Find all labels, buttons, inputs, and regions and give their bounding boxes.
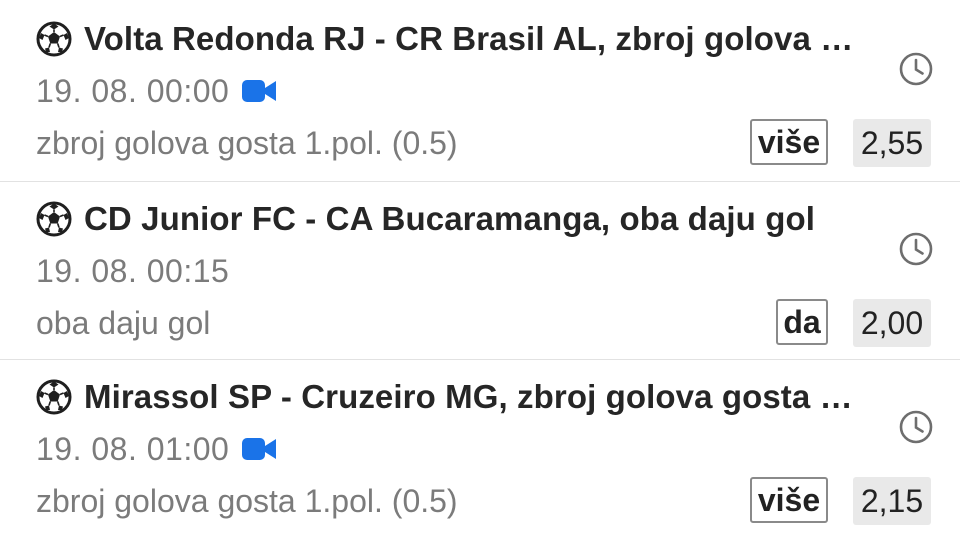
row-divider bbox=[0, 359, 960, 360]
odds-value[interactable]: 2,00 bbox=[853, 299, 931, 347]
odds-value[interactable]: 2,15 bbox=[853, 477, 931, 525]
soccer-ball-icon bbox=[36, 21, 72, 57]
match-date: 19. 08. 01:00 bbox=[36, 430, 230, 467]
pick-badge: više bbox=[750, 119, 828, 165]
bet-title-line: Volta Redonda RJ - CR Brasil AL, zbroj g… bbox=[36, 17, 854, 61]
match-title: CD Junior FC - CA Bucaramanga, oba daju … bbox=[84, 200, 815, 237]
match-title: Volta Redonda RJ - CR Brasil AL, zbroj g… bbox=[84, 20, 854, 57]
market-label: zbroj golova gosta 1.pol. (0.5) bbox=[36, 483, 458, 519]
bet-title-line: Mirassol SP - Cruzeiro MG, zbroj golova … bbox=[36, 375, 854, 419]
market-label: zbroj golova gosta 1.pol. (0.5) bbox=[36, 125, 458, 161]
bet-row[interactable]: CD Junior FC - CA Bucaramanga, oba daju … bbox=[0, 183, 960, 361]
market-label: oba daju gol bbox=[36, 305, 211, 341]
clock-icon bbox=[899, 52, 933, 86]
match-title: Mirassol SP - Cruzeiro MG, zbroj golova … bbox=[84, 378, 854, 415]
date-line: 19. 08. 00:15 bbox=[36, 249, 229, 293]
date-line: 19. 08. 00:00 bbox=[36, 69, 277, 113]
bet-row[interactable]: Mirassol SP - Cruzeiro MG, zbroj golova … bbox=[0, 361, 960, 533]
pick-badge: da bbox=[776, 299, 828, 345]
clock-icon bbox=[899, 232, 933, 266]
soccer-ball-icon bbox=[36, 201, 72, 237]
row-divider bbox=[0, 181, 960, 182]
bet-title-line: CD Junior FC - CA Bucaramanga, oba daju … bbox=[36, 197, 815, 241]
soccer-ball-icon bbox=[36, 379, 72, 415]
bet-list: Volta Redonda RJ - CR Brasil AL, zbroj g… bbox=[0, 0, 960, 533]
odds-value[interactable]: 2,55 bbox=[853, 119, 931, 167]
clock-icon bbox=[899, 410, 933, 444]
video-camera-icon bbox=[242, 438, 277, 460]
bet-row[interactable]: Volta Redonda RJ - CR Brasil AL, zbroj g… bbox=[0, 3, 960, 181]
match-date: 19. 08. 00:15 bbox=[36, 252, 230, 289]
pick-badge: više bbox=[750, 477, 828, 523]
match-date: 19. 08. 00:00 bbox=[36, 72, 230, 109]
video-camera-icon bbox=[242, 80, 277, 102]
date-line: 19. 08. 01:00 bbox=[36, 427, 277, 471]
